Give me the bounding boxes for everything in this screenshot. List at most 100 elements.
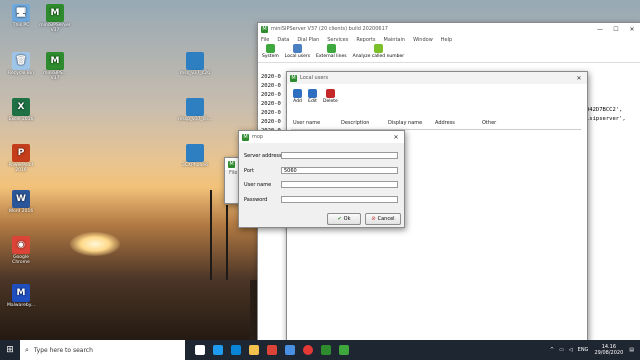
- desktop-icon-malwarebytes[interactable]: M Malwareby...: [4, 284, 38, 308]
- record-taskbar-button[interactable]: [299, 340, 317, 360]
- close-icon[interactable]: ✕: [624, 26, 640, 33]
- notifications-icon[interactable]: ▤: [629, 347, 634, 353]
- installer-icon: [186, 52, 204, 70]
- log-right: 042D7BCC2', isipserver',: [586, 106, 626, 124]
- user-name-label: User name: [244, 182, 272, 188]
- tray-chevron-icon[interactable]: ^: [550, 347, 554, 353]
- desktop-icon-this-pc[interactable]: 🖥 This PC: [4, 4, 38, 28]
- mop-dialog-title: mop: [252, 134, 264, 140]
- taskbar-search[interactable]: ⌕ Type here to search: [20, 340, 185, 360]
- menu-maintain[interactable]: Maintain: [384, 37, 406, 43]
- edge-taskbar-button[interactable]: [209, 340, 227, 360]
- media-taskbar-button[interactable]: [281, 340, 299, 360]
- column-other[interactable]: Other: [482, 120, 496, 126]
- log-area[interactable]: 2020-0 2020-0 2020-0 2020-0 2020-0 2020-…: [261, 73, 281, 136]
- toolbar-external-lines-button[interactable]: External lines: [316, 44, 347, 59]
- menu-help[interactable]: Help: [441, 37, 452, 43]
- clock[interactable]: 14.16 29/08/2020: [594, 344, 623, 356]
- port-field[interactable]: 5060: [281, 167, 398, 174]
- menu-reports[interactable]: Reports: [356, 37, 375, 43]
- log-fragment: 042D7BCC2',: [586, 107, 623, 113]
- desktop-icon-chrome[interactable]: ◉ Google Chrome: [4, 236, 38, 265]
- toolbar-label: Analyze called number: [352, 54, 405, 59]
- search-icon: ⌕: [25, 345, 29, 354]
- delete-button[interactable]: Delete: [323, 88, 338, 104]
- task-view-taskbar-button[interactable]: [191, 340, 209, 360]
- column-address[interactable]: Address: [435, 120, 455, 126]
- close-icon[interactable]: ✕: [388, 134, 404, 141]
- edit-user-icon: [308, 88, 317, 98]
- minimize-icon[interactable]: —: [592, 26, 608, 33]
- password-field[interactable]: [281, 196, 398, 203]
- ok-button[interactable]: ✔ Ok: [327, 213, 361, 225]
- port-label: Port: [244, 168, 254, 174]
- desktop-icon-recycle-bin[interactable]: 🗑 Recycle Bin: [4, 52, 38, 76]
- menu-file[interactable]: File: [261, 37, 269, 43]
- desktop-icon-label: Recycle Bin: [8, 71, 34, 76]
- desktop-icon-word[interactable]: W Word 2016: [4, 190, 38, 214]
- desktop-icon-mssp-v37[interactable]: mssp_v37_cli...: [178, 98, 212, 122]
- minisip-client-icon: [339, 345, 349, 355]
- desktop-icon-label: PowerPoint 2016: [8, 163, 34, 173]
- menu-services[interactable]: Services: [327, 37, 348, 43]
- menu-dial-plan[interactable]: Dial Plan: [297, 37, 319, 43]
- palm-trunk: [210, 190, 212, 280]
- minisip-taskbar-button[interactable]: [317, 340, 335, 360]
- mop-dialog-titlebar: M mop ✕: [239, 131, 404, 143]
- log-line: 2020-0: [261, 110, 281, 116]
- edit-button[interactable]: Edit: [308, 88, 317, 104]
- window-controls: ✕: [571, 75, 587, 82]
- column-description[interactable]: Description: [341, 120, 369, 126]
- local-users-titlebar: M Local users ✕: [287, 72, 587, 84]
- desktop-icon-excel[interactable]: X Excel 2016: [4, 98, 38, 122]
- toolbar-label: Delete: [323, 98, 338, 104]
- toolbar-system-button[interactable]: System: [262, 44, 279, 59]
- network-icon[interactable]: ▭: [559, 347, 564, 353]
- explorer-taskbar-button[interactable]: [245, 340, 263, 360]
- desktop-icon-powerpoint[interactable]: P PowerPoint 2016: [4, 144, 38, 173]
- desktop-icon-label: miniSIPS... V37: [43, 71, 67, 81]
- system-tray: ^ ▭ ◁ ENG 14.16 29/08/2020 ▤: [550, 344, 640, 356]
- close-icon[interactable]: ✕: [571, 75, 587, 82]
- windows-icon: ⊞: [6, 345, 14, 355]
- desktop-icon-label: miniSIPServer V37: [39, 23, 71, 33]
- minisip-client-icon: M: [46, 52, 64, 70]
- desktop-icon-label: Malwareby...: [6, 303, 36, 308]
- toolbar-analyze-button[interactable]: Analyze called number: [352, 44, 405, 59]
- installer-icon: [186, 98, 204, 116]
- desktop-icon-minisipserver[interactable]: M miniSIPServer V37: [38, 4, 72, 33]
- mop-dialog: M mop ✕ Server address Port 5060 User na…: [238, 130, 405, 228]
- column-user-name[interactable]: User name: [293, 120, 320, 126]
- window-controls: — ☐ ✕: [592, 26, 640, 33]
- window-title: miniSIPServer V37 (20 clients) build 202…: [271, 26, 388, 32]
- app-icon: M: [228, 160, 235, 168]
- chrome-taskbar-button[interactable]: [263, 340, 281, 360]
- add-button[interactable]: Add: [293, 88, 302, 104]
- minisipserver-icon: M: [46, 4, 64, 22]
- log-line: 2020-0: [261, 119, 281, 125]
- taskbar: ⊞ ⌕ Type here to search ^ ▭ ◁ ENG 14.16 …: [0, 340, 640, 360]
- column-display-name[interactable]: Display name: [388, 120, 422, 126]
- maximize-icon[interactable]: ☐: [608, 26, 624, 33]
- minisip-client-taskbar-button[interactable]: [335, 340, 353, 360]
- toolbar-local-users-button[interactable]: Local users: [285, 44, 310, 59]
- store-taskbar-button[interactable]: [227, 340, 245, 360]
- start-button[interactable]: ⊞: [0, 340, 20, 360]
- user-name-field[interactable]: [281, 181, 398, 188]
- cancel-button[interactable]: ⊘ Cancel: [365, 213, 401, 225]
- desktop-icon-label: 3CXPhone6: [182, 163, 208, 168]
- menu-window[interactable]: Window: [413, 37, 433, 43]
- app-icon: M: [261, 25, 268, 33]
- desktop-icon-3cxphone[interactable]: 3CXPhone6: [178, 144, 212, 168]
- toolbar-label: Add: [293, 98, 302, 104]
- explorer-icon: [249, 345, 259, 355]
- chrome-icon: [267, 345, 277, 355]
- desktop-icon-minisip-client[interactable]: M miniSIPS... V37: [38, 52, 72, 81]
- task-view-icon: [195, 345, 205, 355]
- menu-data[interactable]: Data: [277, 37, 289, 43]
- volume-icon[interactable]: ◁: [569, 347, 573, 353]
- language-indicator[interactable]: ENG: [578, 347, 589, 353]
- recycle-bin-icon: 🗑: [12, 52, 30, 70]
- server-address-field[interactable]: [281, 152, 398, 159]
- desktop-icon-mss-v37[interactable]: mss_v37_c20: [178, 52, 212, 76]
